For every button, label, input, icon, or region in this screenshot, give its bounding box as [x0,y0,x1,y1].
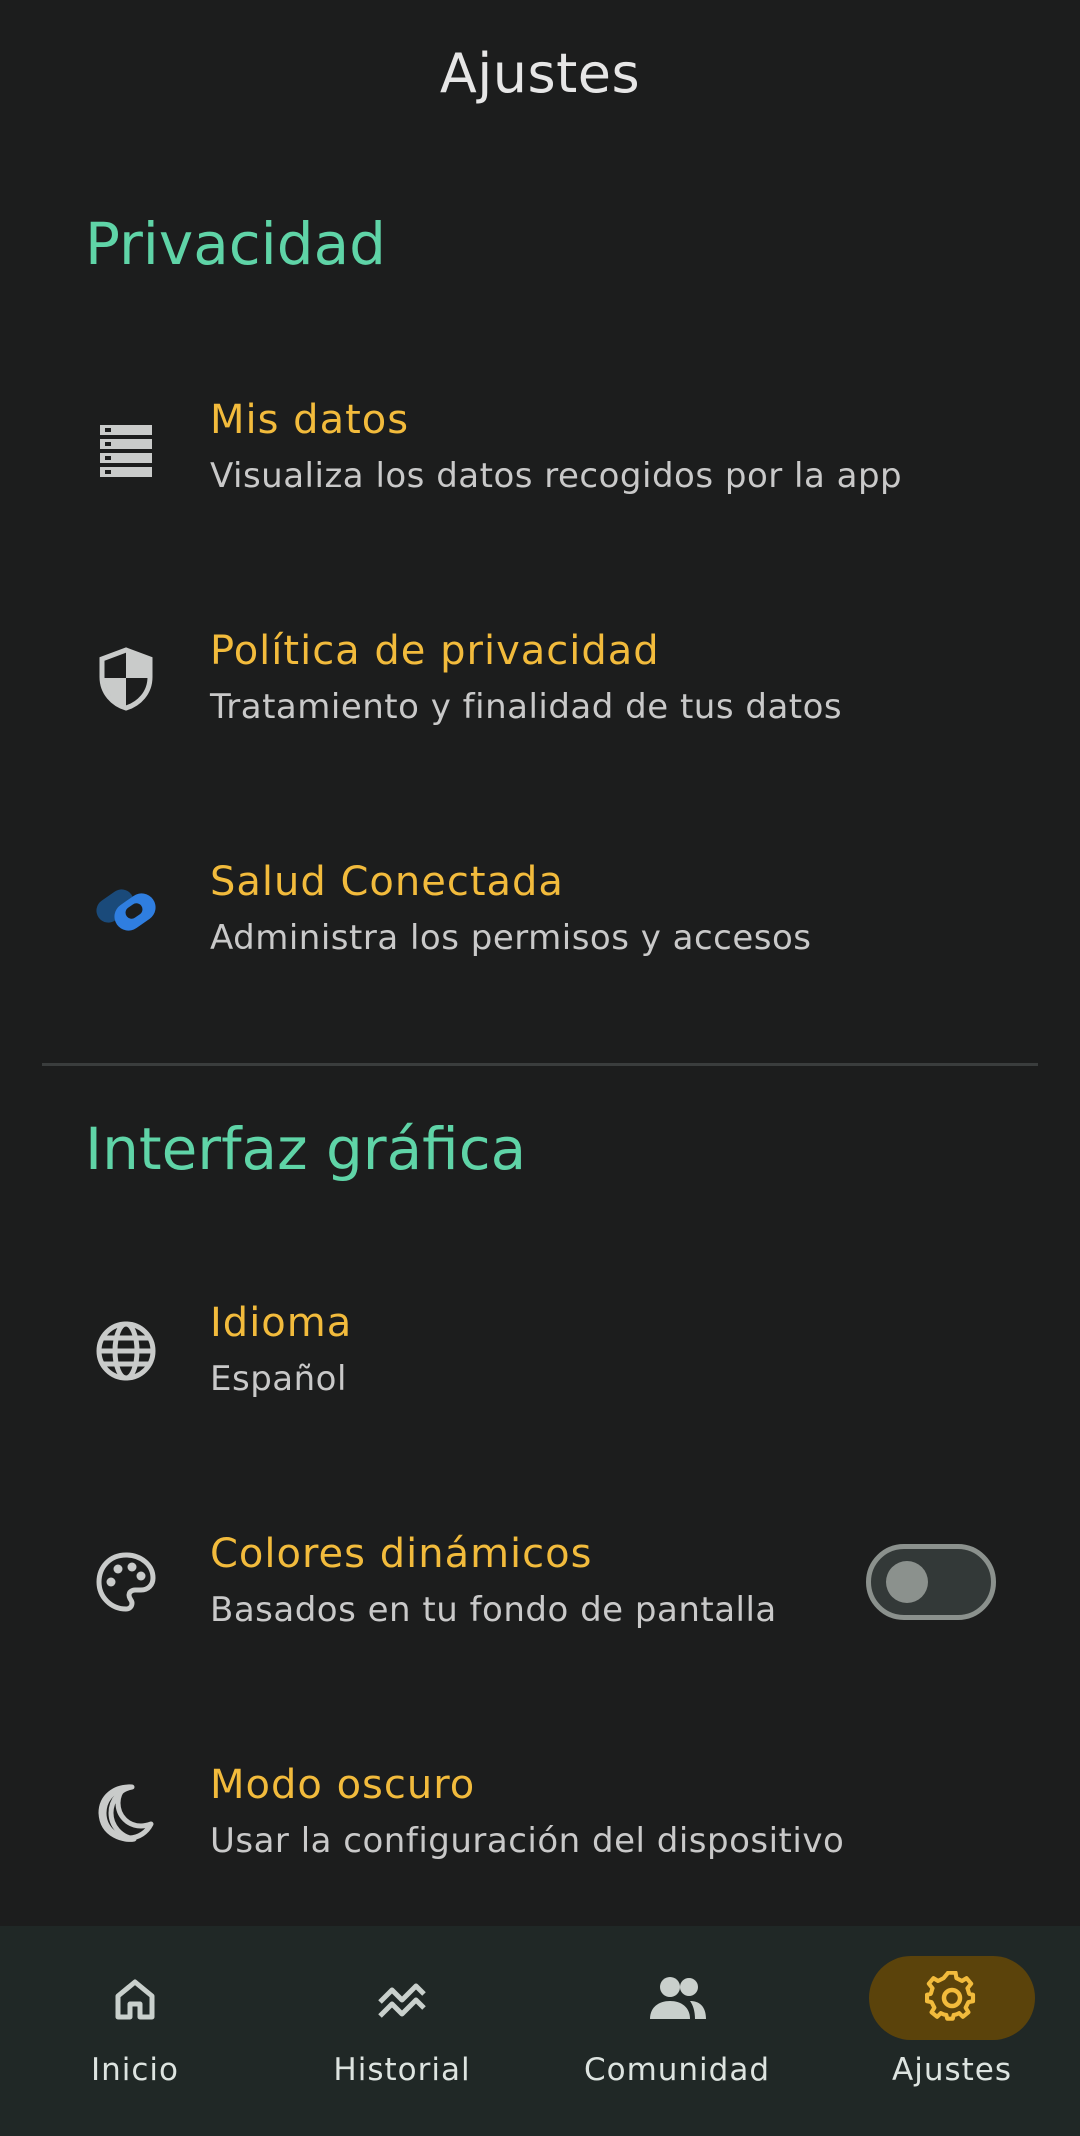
section-title-privacy: Privacidad [85,210,386,278]
setting-language[interactable]: Idioma Español [0,1251,1080,1451]
nav-item-history[interactable]: Historial [267,1926,537,2136]
section-divider [42,1063,1038,1066]
nav-item-settings[interactable]: Ajustes [817,1926,1080,2136]
setting-title: Política de privacidad [210,628,660,674]
setting-subtitle: Basados en tu fondo de pantalla [210,1590,777,1630]
setting-dark-mode[interactable]: Modo oscuro Usar la configuración del di… [0,1713,1080,1913]
setting-my-data[interactable]: Mis datos Visualiza los datos recogidos … [0,348,1080,548]
setting-subtitle: Visualiza los datos recogidos por la app [210,456,903,496]
setting-health-connect[interactable]: Salud Conectada Administra los permisos … [0,810,1080,1010]
nav-label: Comunidad [583,2052,771,2088]
palette-icon [90,1546,162,1618]
bottom-navigation: Inicio Historial Comunidad Ajustes [0,1926,1080,2136]
setting-title: Mis datos [210,397,410,443]
nav-label: Historial [333,2052,471,2088]
setting-subtitle: Administra los permisos y accesos [210,918,812,958]
setting-title: Colores dinámicos [210,1531,593,1577]
nav-item-community[interactable]: Comunidad [542,1926,812,2136]
moon-icon [90,1777,162,1849]
setting-subtitle: Usar la configuración del dispositivo [210,1821,845,1861]
setting-title: Modo oscuro [210,1762,476,1808]
section-title-interface: Interfaz gráfica [85,1115,527,1183]
setting-title: Salud Conectada [210,859,564,905]
storage-icon [90,412,162,484]
nav-label: Ajustes [892,2052,1012,2088]
gear-icon [925,1971,976,2021]
shield-icon [90,643,162,715]
setting-dynamic-colors[interactable]: Colores dinámicos Basados en tu fondo de… [0,1482,1080,1682]
home-icon [115,1979,155,2020]
dynamic-colors-toggle[interactable] [866,1544,996,1620]
page-title: Ajustes [439,42,641,105]
setting-privacy-policy[interactable]: Política de privacidad Tratamiento y fin… [0,579,1080,779]
nav-item-home[interactable]: Inicio [0,1926,270,2136]
people-icon [650,1977,706,2019]
setting-title: Idioma [210,1300,353,1346]
history-icon [378,1983,426,2018]
toggle-knob [886,1561,928,1603]
nav-label: Inicio [90,2052,180,2088]
health-connect-icon [90,874,162,946]
setting-subtitle: Tratamiento y finalidad de tus datos [210,687,843,727]
globe-icon [90,1315,162,1387]
setting-subtitle: Español [210,1359,347,1399]
